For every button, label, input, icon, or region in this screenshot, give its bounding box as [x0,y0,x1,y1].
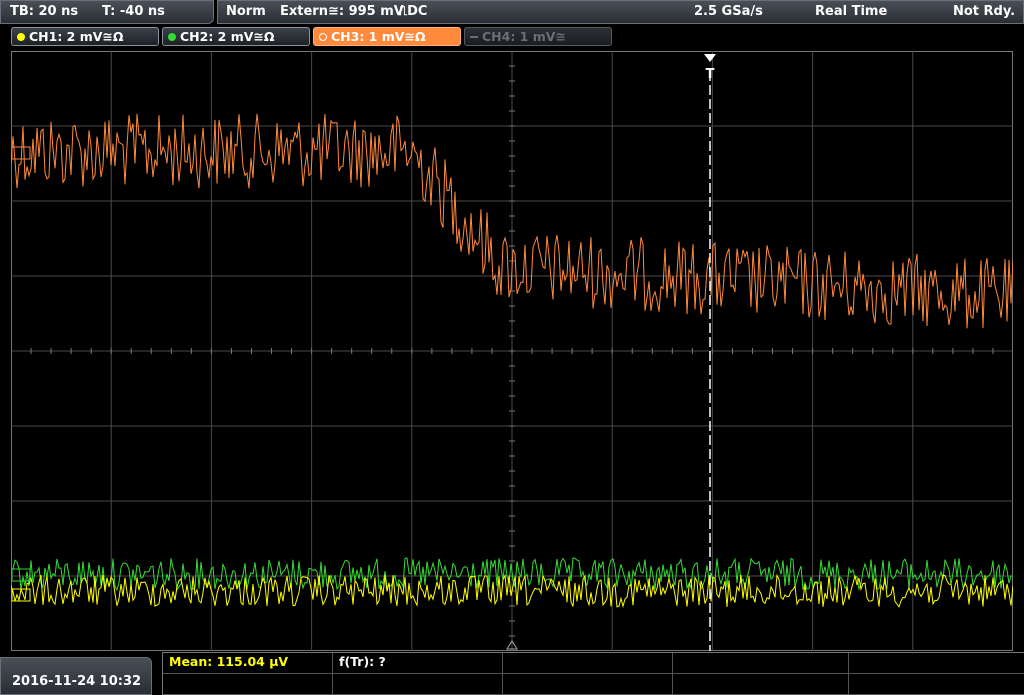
mean-measurement: Mean: 115.04 µV [169,654,289,669]
meas-cell-6 [163,674,333,695]
meas-cell-5 [849,653,1024,674]
channel-2-tab[interactable]: CH2: 2 mV≅Ω [162,27,310,46]
meas-cell-7 [333,674,503,695]
trigger-position-icon[interactable] [704,54,716,62]
graticule [11,51,1013,651]
sample-rate: 2.5 GSa/s [694,4,763,19]
measurement-panel[interactable] [162,652,1024,695]
timebase-label: TB: 20 ns [10,4,79,19]
ch3-indicator-icon [319,33,327,41]
ch1-indicator-icon [17,33,25,41]
timebase-box[interactable]: TB: 20 ns T: -40 ns [0,0,214,24]
waveform-plot[interactable]: T [11,51,1013,651]
acquisition-mode: Real Time [815,4,888,19]
channel-2-label: CH2: 2 mV≅Ω [180,29,275,44]
trigger-marker-label: T [706,67,715,82]
channel-bar: CH1: 2 mV≅Ω CH2: 2 mV≅Ω CH3: 1 mV≅Ω CH4:… [0,26,1024,48]
acquisition-state: Not Rdy. [953,4,1016,19]
top-bar: TB: 20 ns T: -40 ns Norm Extern≅: 995 mV… [0,0,1024,26]
meas-cell-8 [503,674,673,695]
channel-3-label: CH3: 1 mV≅Ω [331,29,426,44]
ch4-indicator-icon [470,36,478,38]
ch2-indicator-icon [168,33,176,41]
meas-cell-10 [849,674,1024,695]
trigger-slope: ⎍DC [398,4,428,19]
meas-cell-4 [673,653,849,674]
trigger-mode: Norm [226,4,266,19]
channel-1-label: CH1: 2 mV≅Ω [29,29,124,44]
datetime-label: 2016-11-24 10:32 [12,674,142,689]
status-bar[interactable]: Norm Extern≅: 995 mV ⎍DC 2.5 GSa/s Real … [217,0,1024,24]
trigger-source: Extern≅: 995 mV [280,4,404,19]
trigger-time-label: T: -40 ns [102,4,165,19]
channel-4-tab[interactable]: CH4: 1 mV≅ [464,27,612,46]
channel-4-label: CH4: 1 mV≅ [482,29,566,44]
channel-3-tab[interactable]: CH3: 1 mV≅Ω [313,27,461,46]
meas-cell-3 [503,653,673,674]
rise-time-measurement: f(Tr): ? [339,654,386,669]
channel-1-tab[interactable]: CH1: 2 mV≅Ω [11,27,159,46]
meas-cell-9 [673,674,849,695]
